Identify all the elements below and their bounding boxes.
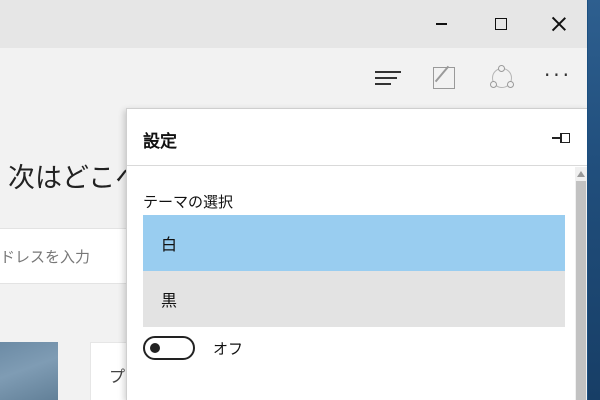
maximize-icon — [495, 18, 507, 30]
share-icon — [489, 65, 515, 91]
hub-icon — [375, 70, 401, 86]
address-placeholder: ドレスを入力 — [0, 248, 91, 266]
page-heading: 次はどこへ — [8, 163, 143, 194]
more-button[interactable]: ··· — [536, 56, 580, 100]
web-note-icon — [433, 67, 455, 89]
minimize-icon — [435, 23, 447, 25]
web-note-button[interactable] — [422, 56, 466, 100]
thumbnail-card[interactable]: プ — [90, 342, 130, 400]
toggle-label: オフ — [213, 339, 244, 358]
browser-window: ··· 次はどこへ ドレスを入力 プ 設定 テーマの選択 白 黒 オフ — [0, 0, 588, 400]
share-button[interactable] — [480, 56, 524, 100]
pin-icon — [552, 133, 572, 143]
close-button[interactable] — [530, 0, 587, 48]
address-input[interactable]: ドレスを入力 — [0, 228, 140, 284]
settings-pane: 設定 テーマの選択 白 黒 オフ — [126, 108, 587, 400]
maximize-button[interactable] — [472, 0, 530, 48]
theme-option-white[interactable]: 白 — [143, 215, 565, 271]
thumbnail-image[interactable] — [0, 342, 58, 400]
theme-label: テーマの選択 — [143, 193, 234, 211]
theme-option-black[interactable]: 黒 — [143, 271, 565, 327]
minimize-button[interactable] — [412, 0, 470, 48]
thumbnail-card-text: プ — [109, 367, 126, 386]
hub-button[interactable] — [366, 56, 410, 100]
desktop-wallpaper — [588, 0, 600, 400]
close-icon — [552, 17, 566, 31]
more-icon: ··· — [543, 63, 573, 87]
toggle-row: オフ — [143, 335, 243, 361]
theme-dropdown-list: 白 黒 — [143, 215, 565, 327]
scroll-up-icon[interactable] — [577, 171, 585, 177]
settings-title: 設定 — [143, 132, 177, 152]
toggle-knob — [150, 343, 160, 353]
scrollbar[interactable] — [575, 167, 587, 400]
pin-button[interactable] — [547, 123, 577, 153]
toggle-switch[interactable] — [143, 336, 195, 360]
browser-toolbar: ··· — [0, 48, 587, 108]
scroll-thumb[interactable] — [576, 181, 586, 400]
divider — [127, 165, 587, 166]
title-bar — [0, 0, 587, 48]
